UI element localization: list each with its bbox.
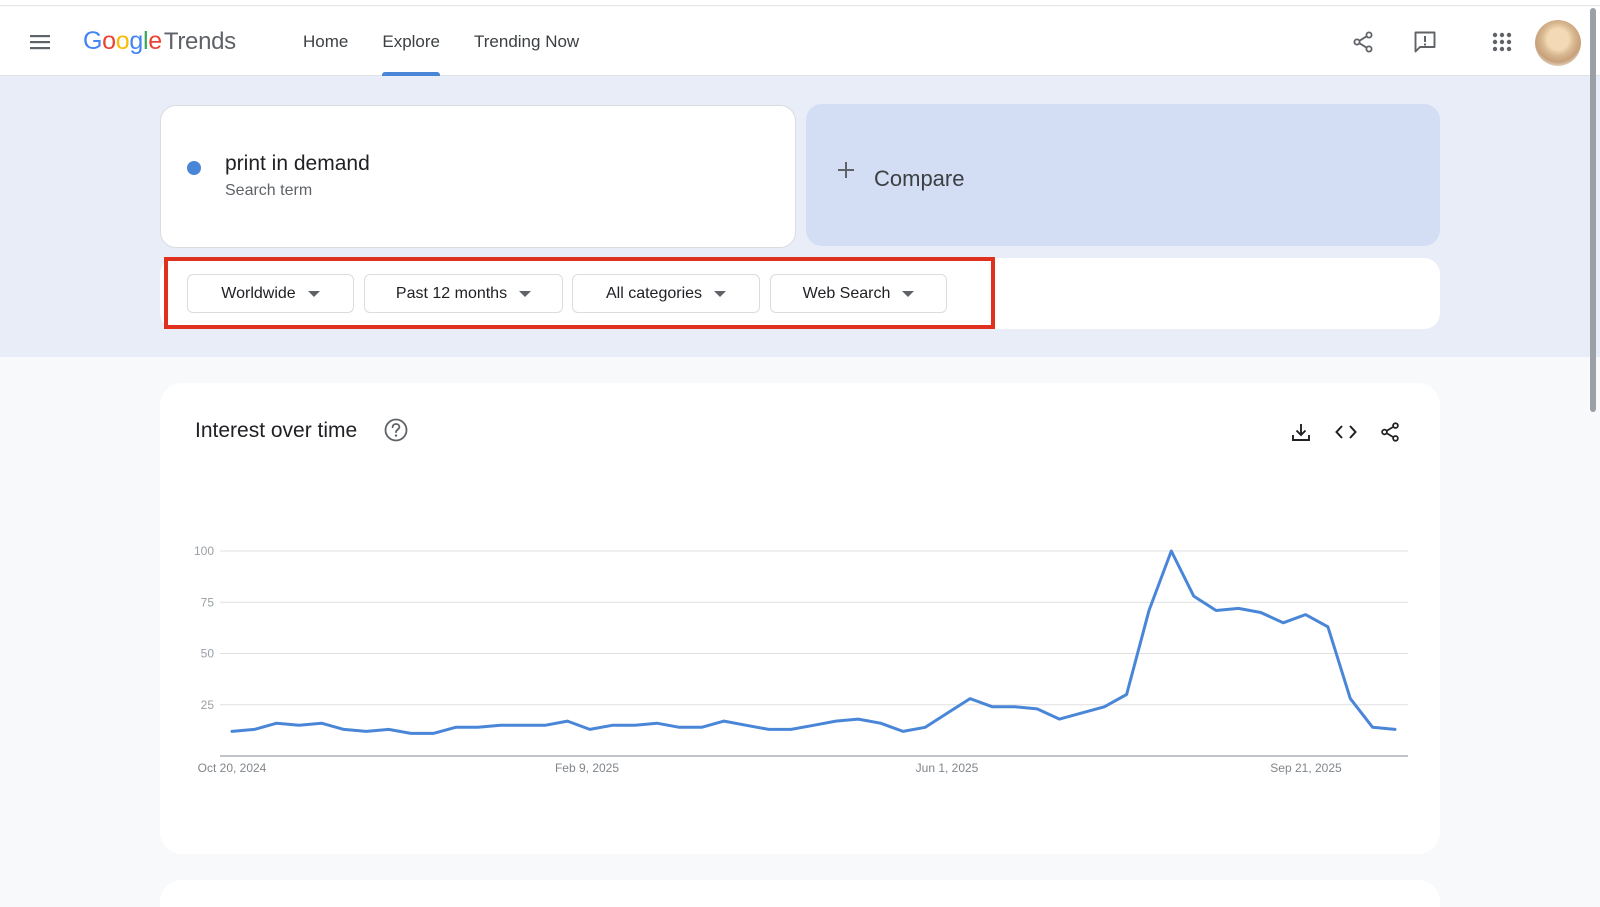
caret-down-icon	[307, 290, 320, 297]
caret-down-icon	[519, 290, 532, 297]
interest-over-time-card: Interest over time 25 50 75 100 Oct 20, 2024…	[160, 383, 1440, 854]
logo-trends-text: Trends	[163, 28, 236, 55]
category-dropdown-label: All categories	[605, 284, 703, 302]
interest-line-chart: 25 50 75 100 Oct 20, 2024 Feb 9, 2025 Jun 1, 2…	[194, 544, 1408, 775]
caret-down-icon	[902, 290, 915, 297]
time-range-dropdown-label: Past 12 months	[395, 284, 508, 302]
next-section-card	[160, 880, 1440, 907]
logo-letter: o	[115, 27, 130, 55]
google-trends-logo[interactable]: G o o g l e Trends	[83, 27, 236, 57]
caret-down-icon	[714, 290, 727, 297]
search-type-dropdown[interactable]: Web Search	[770, 274, 947, 313]
category-dropdown[interactable]: All categories	[572, 274, 760, 313]
share-icon[interactable]	[1347, 26, 1379, 58]
x-tick-label: Jun 1, 2025	[916, 761, 979, 775]
x-tick-label: Oct 20, 2024	[198, 761, 267, 775]
x-tick-label: Feb 9, 2025	[555, 761, 619, 775]
top-app-bar: G o o g l e Trends Home Explore Trending…	[0, 7, 1600, 76]
plus-icon	[838, 162, 854, 178]
page-scrollbar[interactable]	[1590, 8, 1596, 412]
compare-button[interactable]: Compare	[806, 104, 1440, 246]
y-tick-label: 100	[194, 544, 214, 558]
logo-letter: g	[129, 27, 143, 55]
location-dropdown[interactable]: Worldwide	[187, 274, 354, 313]
y-tick-label: 75	[201, 595, 215, 609]
search-term-card[interactable]: print in demand Search term	[160, 105, 796, 248]
avatar[interactable]	[1535, 20, 1581, 66]
nav-explore[interactable]: Explore	[365, 7, 457, 76]
nav-trending-now[interactable]: Trending Now	[457, 7, 596, 76]
logo-letter: e	[148, 27, 162, 55]
x-tick-label: Sep 21, 2025	[1270, 761, 1342, 775]
main-nav: Home Explore Trending Now	[286, 7, 596, 76]
y-tick-label: 50	[201, 647, 215, 661]
nav-home[interactable]: Home	[286, 7, 365, 76]
feedback-icon[interactable]	[1409, 26, 1441, 58]
menu-icon[interactable]	[26, 29, 54, 55]
apps-icon[interactable]	[1486, 26, 1518, 58]
series-line	[230, 549, 1397, 735]
y-tick-label: 25	[201, 698, 215, 712]
logo-letter: G	[83, 27, 103, 55]
browser-top-strip	[0, 0, 1600, 6]
series-color-dot	[187, 161, 201, 175]
time-range-dropdown[interactable]: Past 12 months	[364, 274, 563, 313]
logo-letter: o	[102, 27, 116, 55]
location-dropdown-label: Worldwide	[221, 284, 296, 302]
search-type-dropdown-label: Web Search	[802, 284, 891, 302]
compare-label: Compare	[874, 166, 965, 191]
search-term-type: Search term	[225, 182, 313, 199]
search-term-title[interactable]: print in demand	[225, 152, 370, 176]
